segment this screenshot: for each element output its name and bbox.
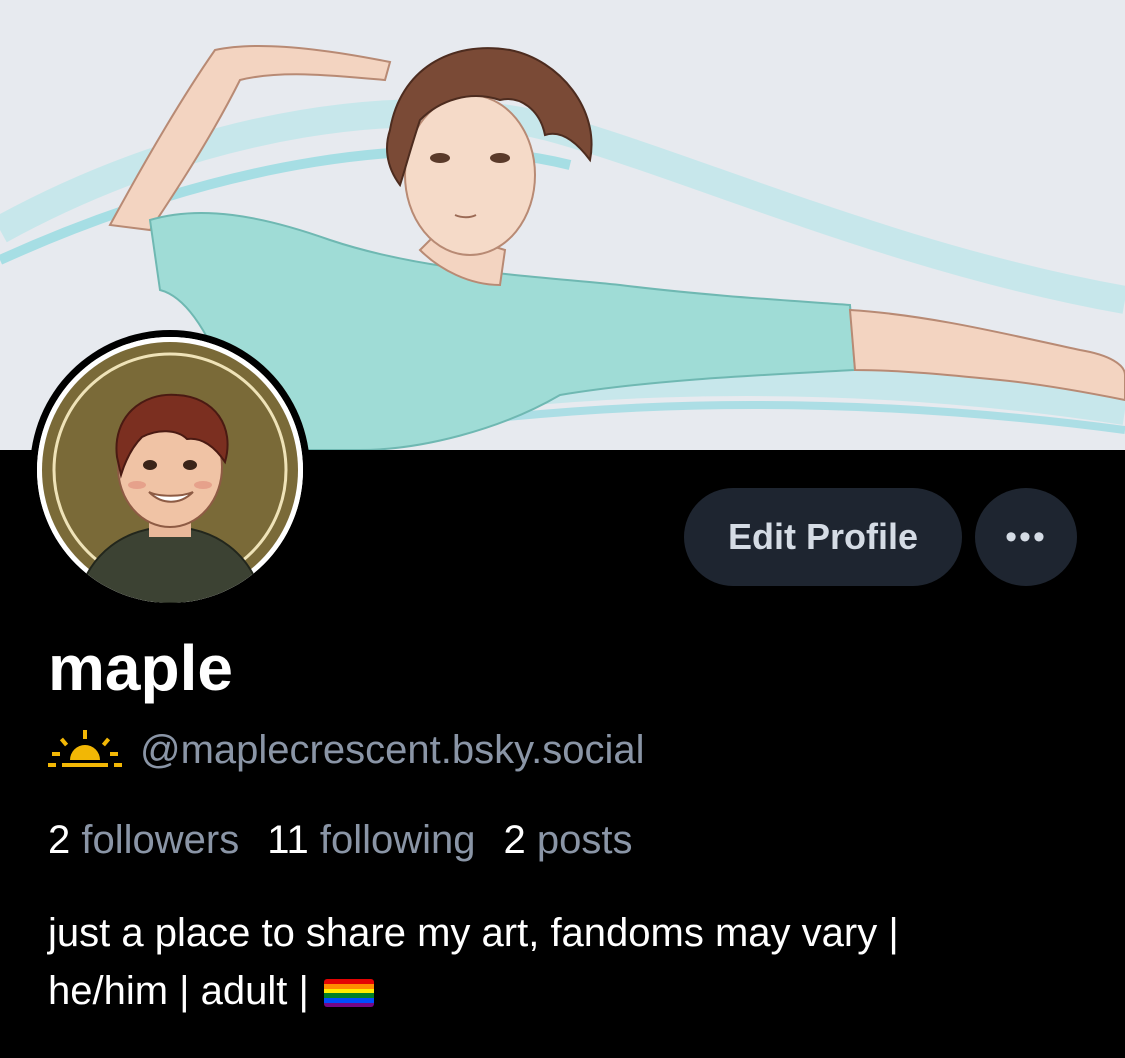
followers-count: 2: [48, 817, 71, 862]
posts-count: 2: [503, 817, 526, 862]
bio-line-2-wrap: he/him | adult |: [48, 962, 1098, 1020]
more-options-button[interactable]: •••: [975, 488, 1077, 586]
following-label: following: [319, 817, 476, 862]
handle-row: @maplecrescent.bsky.social: [48, 720, 645, 780]
profile-bio: just a place to share my art, fandoms ma…: [48, 904, 1098, 1020]
avatar-image: [37, 337, 303, 603]
bio-line-2: he/him | adult |: [48, 969, 321, 1013]
avatar[interactable]: [30, 330, 310, 610]
bio-line-1: just a place to share my art, fandoms ma…: [48, 911, 899, 955]
followers-label: followers: [81, 817, 240, 862]
following-link[interactable]: 11 following: [267, 818, 475, 863]
posts-label: posts: [536, 817, 633, 862]
profile-stats: 2 followers 11 following 2 posts: [48, 810, 661, 870]
rainbow-flag-icon: [324, 979, 375, 1008]
display-name: maple: [48, 632, 233, 704]
following-count: 11: [267, 817, 309, 862]
followers-link[interactable]: 2 followers: [48, 818, 239, 863]
sunrise-icon: [48, 730, 122, 767]
avatar-illustration: [37, 337, 303, 603]
posts-stat: 2 posts: [504, 818, 633, 863]
edit-profile-button[interactable]: Edit Profile: [684, 488, 962, 586]
more-icon: •••: [1005, 517, 1047, 556]
profile-page: Edit Profile ••• maple @maplecrescent.bs…: [0, 0, 1125, 1058]
profile-handle[interactable]: @maplecrescent.bsky.social: [140, 728, 645, 773]
